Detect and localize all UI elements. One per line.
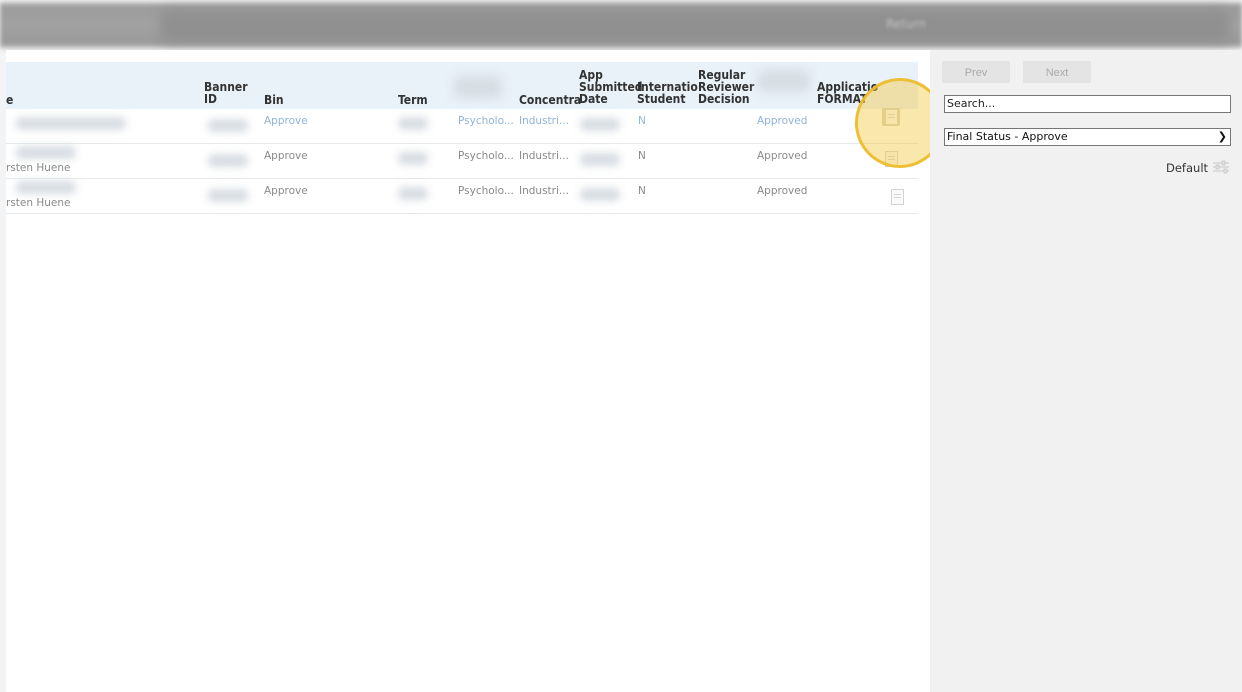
col-header-intl-line2[interactable]: Student: [637, 93, 686, 105]
prev-button[interactable]: Prev: [942, 61, 1010, 83]
intl-cell[interactable]: N: [638, 185, 646, 197]
concentration-cell[interactable]: Industri...: [519, 150, 569, 162]
banner-id-blurred: [208, 189, 248, 202]
col-header-final-status-blurred: [758, 70, 810, 92]
top-toolbar-content: [160, 10, 1230, 42]
term-blurred: [398, 187, 428, 200]
banner-id-blurred: [208, 154, 248, 167]
col-header-banner-id-line2[interactable]: ID: [204, 93, 217, 105]
final-status-cell[interactable]: Approved: [757, 185, 807, 197]
term-blurred: [398, 152, 428, 165]
date-blurred: [580, 118, 620, 131]
return-link[interactable]: Return: [886, 17, 926, 31]
program-cell[interactable]: Psycholo...: [458, 150, 514, 162]
intl-cell[interactable]: N: [638, 115, 646, 127]
default-view-label[interactable]: Default: [1166, 161, 1208, 175]
name-top-blurred: [16, 146, 76, 159]
date-blurred: [580, 153, 620, 166]
name-cell[interactable]: rsten Huene: [6, 197, 70, 209]
filter-select[interactable]: Final Status - Approve ❯: [944, 128, 1231, 146]
filter-select-value: Final Status - Approve: [947, 130, 1068, 143]
col-header-regular-line3[interactable]: Decision: [698, 93, 750, 105]
filter-sliders-icon[interactable]: [1212, 158, 1230, 176]
name-cell[interactable]: rsten Huene: [6, 162, 70, 174]
name-cell-blurred: [16, 117, 126, 130]
final-status-cell[interactable]: Approved: [757, 115, 807, 127]
term-blurred: [398, 117, 428, 130]
chevron-down-icon: ❯: [1217, 130, 1227, 143]
col-header-concentration[interactable]: Concentra: [519, 94, 581, 106]
program-cell[interactable]: Psycholo...: [458, 115, 514, 127]
right-panel: [930, 50, 1242, 692]
banner-id-blurred: [208, 119, 248, 132]
concentration-cell[interactable]: Industri...: [519, 115, 569, 127]
col-header-program-blurred: [454, 76, 502, 98]
col-header-name[interactable]: e: [6, 94, 13, 106]
document-icon[interactable]: [891, 189, 904, 205]
final-status-cell[interactable]: Approved: [757, 150, 807, 162]
table-row[interactable]: rsten Huene Approve Psycholo... Industri…: [6, 179, 918, 214]
date-blurred: [580, 188, 620, 201]
bin-cell[interactable]: Approve: [264, 185, 308, 197]
search-input[interactable]: Search...: [944, 95, 1231, 113]
table-row[interactable]: Approve Psycholo... Industri... N Approv…: [6, 109, 918, 144]
program-cell[interactable]: Psycholo...: [458, 185, 514, 197]
col-header-bin[interactable]: Bin: [264, 94, 284, 106]
name-top-blurred: [16, 181, 76, 194]
col-header-app-submitted-line3[interactable]: Date: [579, 93, 608, 105]
col-header-term[interactable]: Term: [398, 94, 428, 106]
bin-cell[interactable]: Approve: [264, 150, 308, 162]
table-row[interactable]: rsten Huene Approve Psycholo... Industri…: [6, 144, 918, 179]
applications-table: e Banner ID Bin Term Concentra App Submi…: [6, 50, 930, 692]
intl-cell[interactable]: N: [638, 150, 646, 162]
next-button[interactable]: Next: [1023, 61, 1091, 83]
bin-cell[interactable]: Approve: [264, 115, 308, 127]
concentration-cell[interactable]: Industri...: [519, 185, 569, 197]
